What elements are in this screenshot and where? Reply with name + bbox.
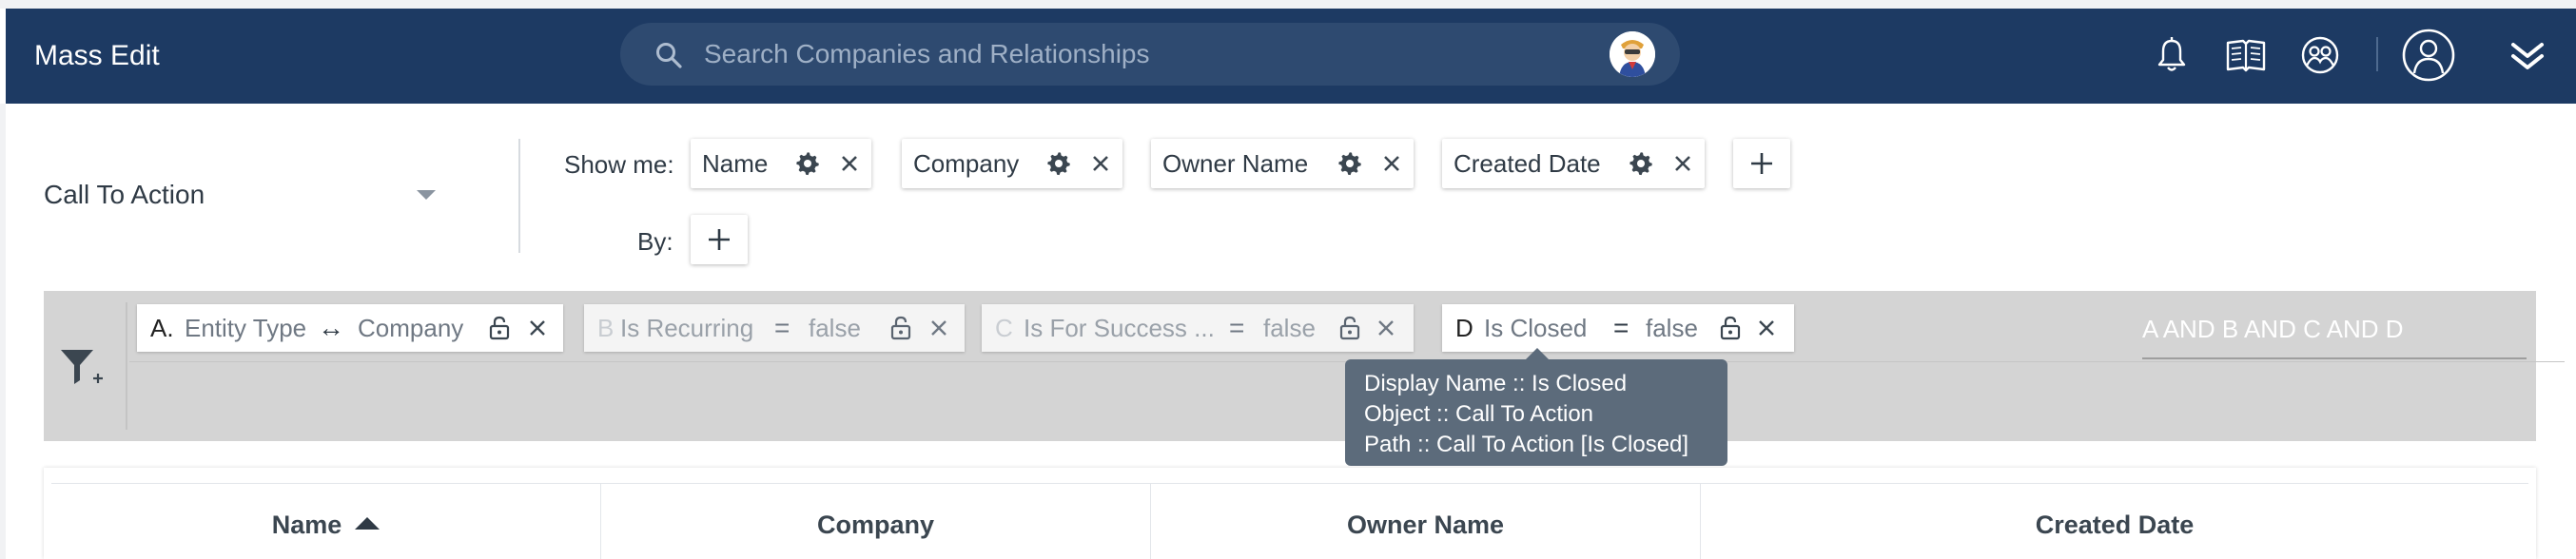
filter-value: false [1646,314,1698,342]
column-header-company[interactable]: Company [601,484,1151,559]
field-label: Created Date [1454,149,1601,178]
report-object-select[interactable]: Call To Action [44,162,443,228]
filter-field: Is Closed [1484,314,1588,342]
show-me-field-owner-name[interactable]: Owner Name [1151,139,1414,188]
app-header: Mass Edit [6,9,2576,104]
gear-icon[interactable] [795,151,820,176]
column-label: Created Date [2035,511,2195,539]
gear-icon[interactable] [1629,151,1653,176]
search-icon [656,43,682,68]
field-label: Company [913,149,1020,178]
filter-tooltip: Display Name :: Is Closed Object :: Call… [1345,359,1727,466]
selector-divider [518,139,520,253]
filter-operator: = [1613,313,1630,342]
support-icon[interactable] [2298,33,2342,77]
tooltip-arrow [1526,348,1549,359]
filter-chip-c[interactable]: C Is For Success ... = false [982,304,1414,352]
avatar-icon[interactable] [1610,31,1655,77]
add-filter-icon[interactable] [59,346,105,390]
column-header-name[interactable]: Name [51,484,601,559]
show-me-label: Show me: [564,150,674,179]
header-divider [2376,37,2378,71]
filter-value: false [1263,314,1316,342]
gear-icon[interactable] [1337,151,1362,176]
search-input[interactable] [704,23,1541,86]
filter-logic-input[interactable] [2142,300,2527,359]
filter-chip-a[interactable]: A. Entity Type ↔ Company [137,304,563,352]
column-label: Owner Name [1346,511,1505,539]
filter-letter: B [597,314,615,342]
close-icon[interactable] [1381,153,1402,174]
column-header-owner-name[interactable]: Owner Name [1151,484,1701,559]
plus-icon [709,229,730,250]
book-icon[interactable] [2224,33,2268,77]
table-header: Name Company Owner Name Created Date [51,483,2528,559]
lock-open-icon[interactable] [1339,316,1360,340]
close-icon[interactable] [839,153,860,174]
filter-divider [126,302,127,430]
bell-icon[interactable] [2150,33,2194,77]
filter-value: false [809,314,861,342]
tooltip-line: Object :: Call To Action [1364,401,1594,427]
add-show-me-field-button[interactable] [1733,139,1790,188]
close-icon[interactable] [1090,153,1111,174]
plus-icon [1751,153,1772,174]
show-me-field-created-date[interactable]: Created Date [1442,139,1705,188]
sort-ascending-icon[interactable] [355,517,381,530]
filter-chip-b[interactable]: B Is Recurring = false [584,304,965,352]
filter-chip-d[interactable]: D Is Closed = false [1442,304,1794,352]
show-me-field-name[interactable]: Name [691,139,871,188]
filter-letter: C [995,314,1013,342]
top-strip [0,0,2576,9]
filter-operator: = [1229,313,1245,342]
filter-operator: ↔ [318,313,344,342]
close-icon[interactable] [1672,153,1693,174]
page-title: Mass Edit [34,40,160,71]
add-group-by-button[interactable] [691,215,748,264]
by-label: By: [637,227,673,256]
column-label: Name [271,511,342,539]
close-icon[interactable] [928,318,949,338]
filter-letter: A. [150,314,174,342]
filter-field: Is Recurring [620,314,754,342]
field-label: Name [702,149,769,178]
close-icon[interactable] [1376,318,1396,338]
filter-letter: D [1455,314,1473,342]
filter-value: Company [358,314,464,342]
global-search[interactable] [620,23,1680,86]
left-gutter [0,104,6,559]
user-icon[interactable] [2401,28,2456,83]
gear-icon[interactable] [1046,151,1071,176]
filter-operator: = [774,313,790,342]
lock-open-icon[interactable] [890,316,911,340]
results-table: Name Company Owner Name Created Date [44,468,2536,559]
double-chevron-down-icon[interactable] [2506,33,2549,77]
filter-field: Is For Success ... [1024,314,1215,342]
caret-down-icon [417,190,436,200]
tooltip-line: Path :: Call To Action [Is Closed] [1364,432,1689,457]
report-object-label: Call To Action [44,180,205,209]
tooltip-line: Display Name :: Is Closed [1364,371,1628,396]
lock-open-icon[interactable] [1720,316,1741,340]
column-label: Company [816,511,935,539]
lock-open-icon[interactable] [489,316,510,340]
field-label: Owner Name [1162,149,1309,178]
show-me-field-company[interactable]: Company [902,139,1122,188]
close-icon[interactable] [1756,318,1777,338]
filter-panel: A. Entity Type ↔ Company B Is Recurring … [44,291,2565,441]
column-header-created-date[interactable]: Created Date [1701,484,2528,559]
filter-field: Entity Type [185,314,307,342]
close-icon[interactable] [527,318,548,338]
